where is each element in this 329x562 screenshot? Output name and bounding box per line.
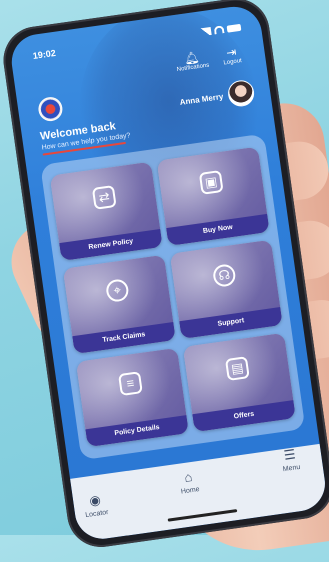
logout-icon: ⇥	[225, 44, 238, 60]
user-name: Anna Merry	[179, 91, 224, 107]
location-icon: ◉	[88, 491, 102, 509]
cart-icon: ▣	[198, 170, 224, 196]
services-panel: ⇄ Renew Policy ▣ Buy Now ⌖ Track Claims …	[40, 133, 306, 461]
phone-bezel: 19:02 🔔︎ Notifications ⇥ Logout Anna Mer…	[0, 0, 329, 552]
signal-icon	[198, 26, 212, 37]
buy-now-card[interactable]: ▣ Buy Now	[156, 146, 270, 246]
nav-home[interactable]: ⌂ Home	[178, 468, 201, 496]
refresh-icon: ⇄	[91, 185, 117, 211]
renew-policy-card[interactable]: ⇄ Renew Policy	[49, 161, 163, 261]
track-claims-card[interactable]: ⌖ Track Claims	[62, 254, 176, 355]
app-logo	[36, 95, 64, 123]
offers-icon: ▤	[224, 356, 250, 382]
wifi-icon	[213, 25, 225, 35]
menu-icon: ☰	[282, 446, 297, 463]
nav-menu[interactable]: ☰ Menu	[280, 446, 301, 474]
offers-card[interactable]: ▤ Offers	[182, 332, 296, 433]
avatar[interactable]	[226, 78, 256, 109]
app-screen: 19:02 🔔︎ Notifications ⇥ Logout Anna Mer…	[8, 3, 329, 543]
status-time: 19:02	[32, 47, 57, 61]
nav-locator[interactable]: ◉ Locator	[83, 492, 109, 519]
nav-menu-label: Menu	[282, 463, 301, 474]
support-card[interactable]: ☊ Support	[169, 239, 283, 340]
nav-locator-label: Locator	[84, 508, 109, 520]
battery-icon	[226, 23, 242, 33]
policy-details-card[interactable]: ≡ Policy Details	[75, 347, 189, 448]
nav-home-label: Home	[180, 486, 201, 496]
phone: 19:02 🔔︎ Notifications ⇥ Logout Anna Mer…	[0, 0, 329, 558]
home-icon: ⌂	[183, 468, 194, 485]
document-icon: ≡	[118, 371, 143, 397]
home-indicator[interactable]	[167, 509, 238, 522]
